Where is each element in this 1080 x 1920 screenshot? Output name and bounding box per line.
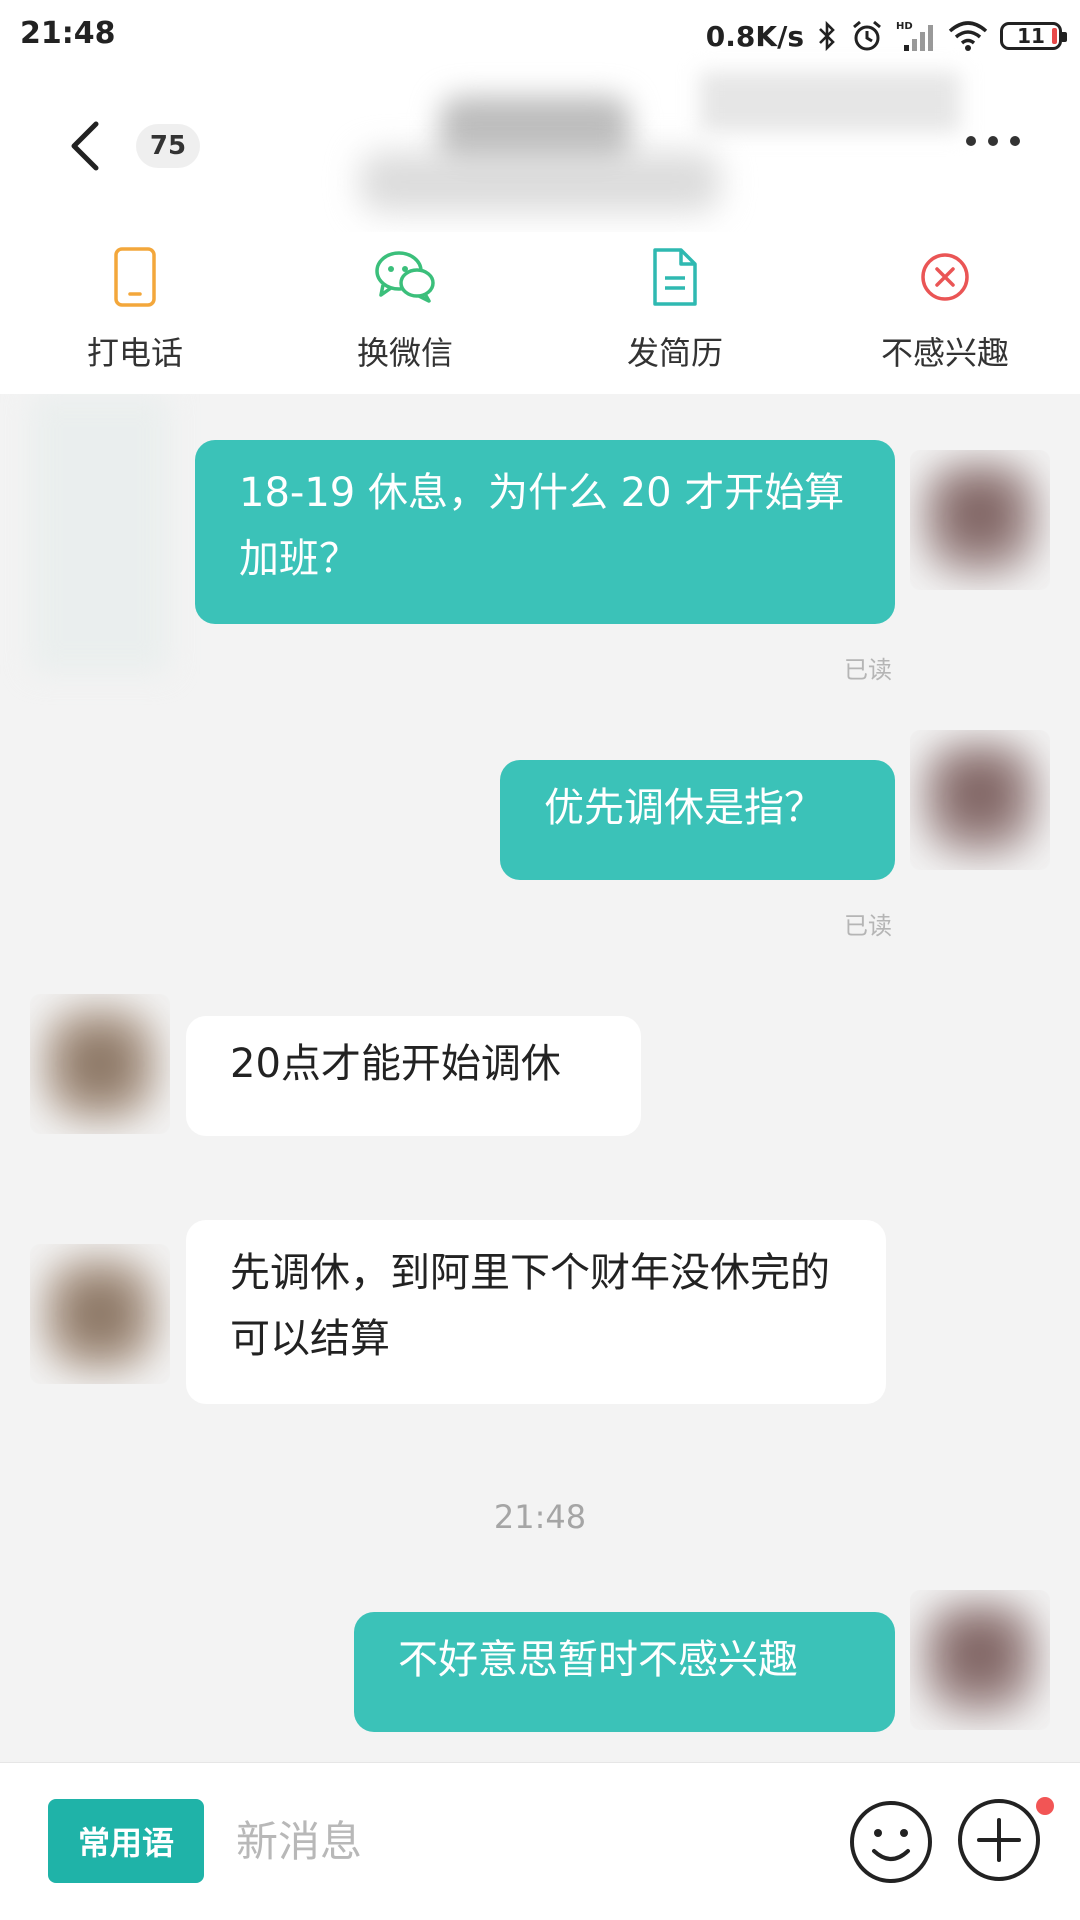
input-bar: 常用语	[0, 1762, 1080, 1920]
action-resume-label: 发简历	[626, 334, 723, 372]
quick-phrases-button[interactable]: 常用语	[48, 1799, 204, 1883]
message-bubble-other[interactable]: 20点才能开始调休	[186, 1016, 641, 1136]
action-call[interactable]: 打电话	[0, 232, 270, 394]
chat-messages: 18-19 休息，为什么 20 才开始算加班？ 已读 优先调休是指？ 已读 20…	[0, 394, 1080, 1762]
action-not-interested[interactable]: 不感兴趣	[810, 232, 1080, 394]
unread-count-badge: 75	[136, 124, 200, 168]
not-interested-icon	[910, 242, 980, 312]
status-time: 21:48	[20, 16, 116, 51]
battery-icon: 11	[1000, 22, 1067, 50]
message-input[interactable]	[236, 1799, 816, 1883]
read-status: 已读	[844, 912, 892, 940]
read-status: 已读	[844, 656, 892, 684]
action-not-interested-label: 不感兴趣	[880, 334, 1009, 372]
contact-name-redacted	[360, 82, 730, 232]
status-icons: 0.8K/s HD 11	[705, 14, 1067, 58]
redacted-area	[700, 72, 960, 132]
message-timestamp: 21:48	[493, 1498, 587, 1536]
contact-avatar[interactable]	[30, 994, 170, 1134]
message-bubble-mine[interactable]: 18-19 休息，为什么 20 才开始算加班？	[195, 440, 895, 624]
wifi-icon	[948, 21, 988, 51]
plus-icon	[958, 1799, 1040, 1881]
contact-avatar[interactable]	[30, 1244, 170, 1384]
hd-signal-icon: HD	[896, 19, 936, 53]
resume-doc-icon	[640, 242, 710, 312]
more-button[interactable]	[966, 136, 1020, 146]
svg-text:HD: HD	[896, 21, 913, 32]
message-bubble-other[interactable]: 先调休，到阿里下个财年没休完的可以结算	[186, 1220, 886, 1404]
message-bubble-mine[interactable]: 优先调休是指？	[500, 760, 895, 880]
message-bubble-mine[interactable]: 不好意思暂时不感兴趣	[354, 1612, 895, 1732]
my-avatar[interactable]	[910, 450, 1050, 590]
redacted-area	[30, 394, 170, 674]
my-avatar[interactable]	[910, 730, 1050, 870]
bluetooth-icon	[816, 20, 838, 52]
battery-level: 11	[1017, 24, 1045, 48]
network-speed: 0.8K/s	[705, 19, 804, 53]
phone-icon	[100, 242, 170, 312]
action-wechat-label: 换微信	[356, 334, 453, 372]
action-wechat[interactable]: 换微信	[270, 232, 540, 394]
back-button[interactable]	[58, 116, 118, 176]
emoji-button[interactable]	[848, 1799, 934, 1885]
quick-actions: 打电话 换微信 发简历 不感兴趣	[0, 232, 1080, 394]
chat-header: 75	[0, 72, 1080, 232]
action-call-label: 打电话	[86, 334, 183, 372]
smile-icon	[850, 1801, 932, 1883]
notification-dot	[1036, 1797, 1054, 1815]
status-bar: 21:48 0.8K/s HD 11	[0, 0, 1080, 72]
my-avatar[interactable]	[910, 1590, 1050, 1730]
wechat-icon	[370, 242, 440, 312]
more-dots-icon	[966, 136, 976, 146]
alarm-icon	[850, 19, 884, 53]
chevron-left-icon	[71, 121, 99, 171]
action-resume[interactable]: 发简历	[540, 232, 810, 394]
more-options-button[interactable]	[956, 1797, 1042, 1883]
